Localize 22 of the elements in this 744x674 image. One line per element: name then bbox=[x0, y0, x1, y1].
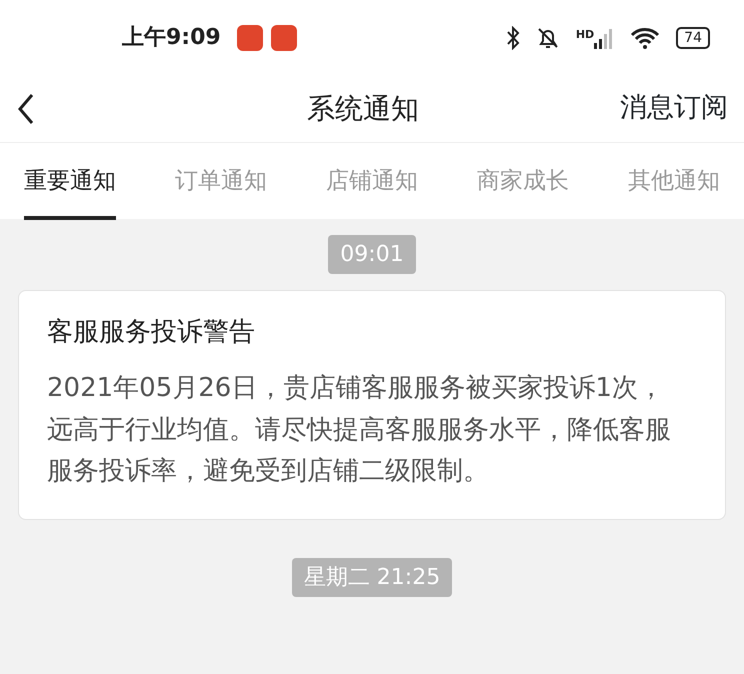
message-title: 客服服务投诉警告 bbox=[47, 316, 256, 349]
bluetooth-icon bbox=[506, 26, 520, 50]
back-button[interactable] bbox=[16, 92, 36, 124]
app-icon bbox=[236, 24, 263, 50]
tab[interactable]: 商家成长 bbox=[477, 143, 569, 220]
timestamp: 09:01 bbox=[328, 235, 416, 274]
tab[interactable]: 重要通知 bbox=[24, 143, 116, 220]
page-title: 系统通知 bbox=[307, 92, 419, 124]
back-icon bbox=[16, 92, 36, 124]
timestamp: 星期二 21:25 bbox=[292, 558, 452, 597]
signal-label: HD bbox=[576, 26, 594, 42]
tab[interactable]: 其他通知 bbox=[628, 143, 720, 220]
wifi-icon bbox=[630, 26, 660, 48]
status-time: 上午9:09 bbox=[122, 24, 221, 52]
message-body: 2021年05月26日，贵店铺客服服务被买家投诉1次，远高于行业均值。请尽快提高客服服务水平，降低客服服务投诉率，避免受到店铺二级限制。 bbox=[47, 372, 672, 488]
battery-indicator: 74 bbox=[676, 26, 710, 48]
muted-bell-icon bbox=[536, 26, 560, 50]
signal-icon bbox=[594, 26, 614, 48]
tab[interactable]: 店铺通知 bbox=[326, 143, 418, 220]
tab[interactable]: 订单通知 bbox=[175, 143, 267, 220]
subscribe-link[interactable]: 消息订阅 bbox=[620, 88, 728, 129]
app-icon bbox=[270, 24, 297, 50]
